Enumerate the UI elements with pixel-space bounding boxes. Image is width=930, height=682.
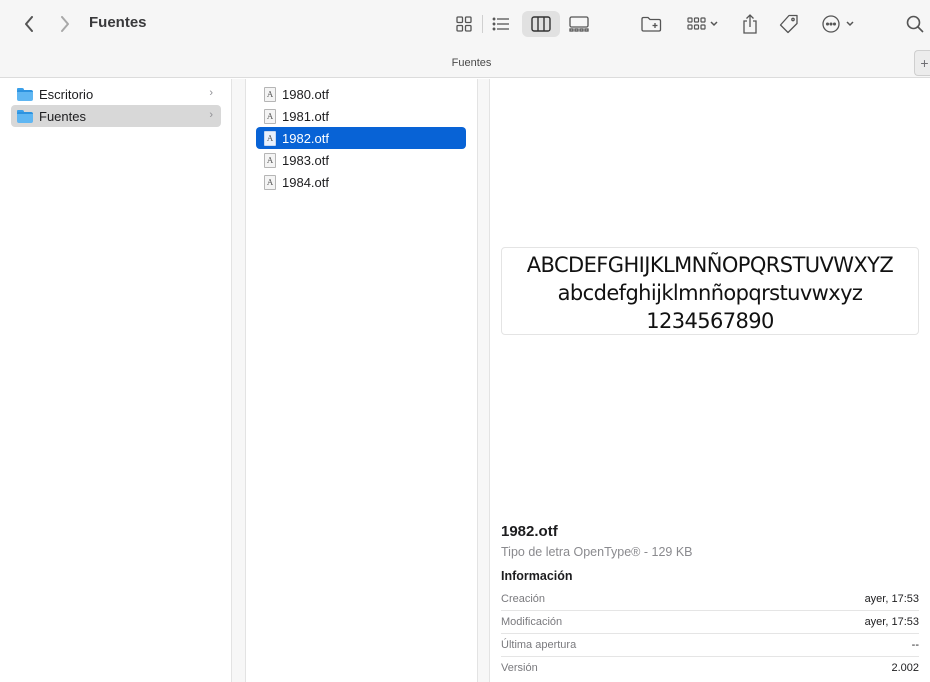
info-row-creation: Creación ayer, 17:53 bbox=[501, 588, 919, 611]
path-bar-label: Fuentes bbox=[451, 57, 492, 69]
preview-file-name: 1982.otf bbox=[501, 523, 558, 540]
font-file-icon: A bbox=[264, 152, 276, 168]
path-bar: Fuentes bbox=[0, 48, 930, 78]
sidebar-item-escritorio[interactable]: Escritorio › bbox=[11, 83, 221, 105]
chevron-right-icon: › bbox=[209, 87, 213, 99]
column-resize-handle[interactable] bbox=[232, 79, 246, 682]
file-item-1980[interactable]: A 1980.otf bbox=[256, 83, 466, 105]
share-icon bbox=[743, 14, 757, 34]
list-view-button[interactable] bbox=[489, 12, 513, 36]
info-key: Creación bbox=[501, 593, 546, 605]
file-column: A 1980.otf A 1981.otf A 1982.otf A 1983.… bbox=[246, 79, 478, 682]
folder-icon bbox=[17, 109, 33, 123]
column-view-button[interactable] bbox=[522, 11, 560, 37]
new-folder-icon bbox=[641, 16, 662, 32]
toolbar-divider bbox=[482, 15, 483, 33]
icon-view-button[interactable] bbox=[452, 12, 476, 36]
font-file-icon: A bbox=[264, 130, 276, 146]
more-icon bbox=[822, 15, 854, 33]
tag-button[interactable] bbox=[777, 12, 801, 36]
font-file-icon: A bbox=[264, 108, 276, 124]
info-row-version: Versión 2.002 bbox=[501, 657, 919, 680]
back-button[interactable] bbox=[18, 13, 40, 35]
info-value: ayer, 17:53 bbox=[864, 593, 919, 605]
font-sample-uppercase: ABCDEFGHIJKLMNÑOPQRSTUVWXYZ bbox=[526, 253, 894, 277]
preview-file-type: Tipo de letra OpenType® - 129 KB bbox=[501, 545, 693, 559]
group-button[interactable] bbox=[684, 12, 722, 36]
sidebar-item-label: Escritorio bbox=[39, 86, 94, 102]
window-title: Fuentes bbox=[89, 14, 147, 31]
info-value: ayer, 17:53 bbox=[864, 616, 919, 628]
column-resize-handle[interactable] bbox=[478, 79, 490, 682]
info-value: -- bbox=[911, 639, 919, 651]
chevron-right-icon bbox=[61, 16, 69, 32]
gallery-view-icon bbox=[569, 16, 589, 32]
info-row-modified: Modificación ayer, 17:53 bbox=[501, 611, 919, 634]
font-sample-preview: ABCDEFGHIJKLMNÑOPQRSTUVWXYZ abcdefghijkl… bbox=[501, 247, 919, 335]
sidebar-item-label: Fuentes bbox=[39, 108, 86, 124]
file-item-1981[interactable]: A 1981.otf bbox=[256, 105, 466, 127]
tag-icon bbox=[779, 14, 798, 34]
info-key: Última apertura bbox=[501, 639, 577, 651]
font-sample-digits: 1234567890 bbox=[646, 309, 774, 333]
search-icon bbox=[906, 15, 924, 33]
gallery-view-button[interactable] bbox=[566, 12, 592, 36]
share-button[interactable] bbox=[739, 11, 761, 37]
file-item-label: 1980.otf bbox=[282, 86, 329, 102]
add-tab-button[interactable]: + bbox=[914, 50, 930, 76]
chevron-left-icon bbox=[25, 16, 33, 32]
sidebar-item-fuentes[interactable]: Fuentes › bbox=[11, 105, 221, 127]
folder-column: Escritorio › Fuentes › bbox=[0, 79, 232, 682]
group-icon bbox=[687, 17, 718, 30]
icon-view-icon bbox=[456, 16, 472, 32]
font-file-icon: A bbox=[264, 86, 276, 102]
file-item-label: 1981.otf bbox=[282, 108, 329, 124]
file-item-label: 1982.otf bbox=[282, 130, 329, 146]
info-key: Versión bbox=[501, 662, 538, 674]
search-button[interactable] bbox=[903, 12, 927, 36]
chevron-right-icon: › bbox=[209, 109, 213, 121]
file-item-1983[interactable]: A 1983.otf bbox=[256, 149, 466, 171]
new-folder-button[interactable] bbox=[639, 12, 665, 36]
folder-icon bbox=[17, 87, 33, 101]
more-button[interactable] bbox=[820, 12, 858, 36]
list-view-icon bbox=[492, 17, 509, 31]
info-value: 2.002 bbox=[891, 662, 919, 674]
font-sample-lowercase: abcdefghijklmnñopqrstuvwxyz bbox=[557, 281, 863, 305]
file-item-1984[interactable]: A 1984.otf bbox=[256, 171, 466, 193]
forward-button[interactable] bbox=[54, 13, 76, 35]
info-row-last-opened: Última apertura -- bbox=[501, 634, 919, 657]
file-item-label: 1984.otf bbox=[282, 174, 329, 190]
info-heading: Información bbox=[501, 569, 573, 583]
font-file-icon: A bbox=[264, 174, 276, 190]
file-item-1982[interactable]: A 1982.otf bbox=[256, 127, 466, 149]
info-key: Modificación bbox=[501, 616, 563, 628]
column-view-icon bbox=[531, 16, 551, 32]
file-item-label: 1983.otf bbox=[282, 152, 329, 168]
toolbar: Fuentes bbox=[0, 0, 930, 48]
preview-pane: ABCDEFGHIJKLMNÑOPQRSTUVWXYZ abcdefghijkl… bbox=[491, 79, 930, 682]
